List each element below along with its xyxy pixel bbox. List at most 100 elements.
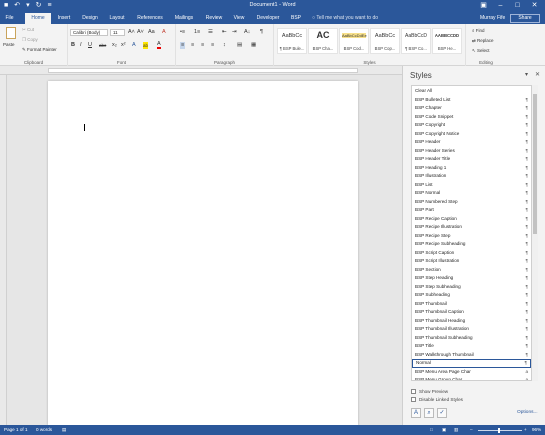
font-name-select[interactable]: Calibri (Body) [70, 29, 108, 36]
minimize-button[interactable]: – [492, 0, 509, 12]
paste-button[interactable]: Paste [3, 42, 15, 47]
style-list-item[interactable]: BSP Numbered Step ¶ [412, 198, 531, 207]
clear-formatting-button[interactable]: A [162, 29, 166, 36]
close-pane-icon[interactable]: ✕ [535, 71, 540, 78]
tab-mailings[interactable]: Mailings [170, 13, 198, 24]
strikethrough-button[interactable]: abc [99, 42, 106, 49]
format-painter-button[interactable]: ✎ Format Painter [22, 47, 57, 53]
style-list-item[interactable]: BSP Chapter ¶ [412, 104, 531, 113]
share-button[interactable]: Share [510, 14, 540, 23]
close-button[interactable]: ✕ [526, 0, 543, 12]
paste-icon[interactable] [6, 27, 16, 39]
style-list-item[interactable]: BSP Header Title ¶ [412, 155, 531, 164]
page-count[interactable]: Page 1 of 1 [4, 425, 28, 435]
sort-button[interactable]: A↓ [244, 29, 250, 36]
bold-button[interactable]: B [71, 42, 75, 49]
tab-home[interactable]: Home [25, 13, 51, 24]
read-mode-icon[interactable]: □ [430, 425, 433, 435]
style-list-item[interactable]: BSP Recipe Illustration ¶ [412, 223, 531, 232]
bullets-button[interactable]: •≡ [180, 29, 185, 36]
style-list-item[interactable]: BSP Heading 1 ¶ [412, 164, 531, 173]
tab-references[interactable]: References [133, 13, 167, 24]
cut-button[interactable]: ✂ Cut [22, 27, 34, 33]
horizontal-ruler[interactable] [0, 66, 402, 75]
grow-font-button[interactable]: A˄ [128, 29, 135, 36]
style-list-item[interactable]: BSP Recipe Step ¶ [412, 232, 531, 241]
style-list-item[interactable]: BSP Script Caption ¶ [412, 249, 531, 258]
manage-styles-button[interactable]: ✓ [437, 408, 447, 418]
style-list-item[interactable]: BSP List ¶ [412, 181, 531, 190]
style-gallery-item[interactable]: AaBbCcDdEe BSP Cod... [339, 28, 369, 54]
style-list-item[interactable]: BSP Thumbnail ¶ [412, 300, 531, 309]
tab-insert[interactable]: Insert [54, 13, 74, 24]
decrease-indent-button[interactable]: ⇤ [222, 29, 227, 36]
style-inspector-button[interactable]: ⌕ [424, 408, 434, 418]
disable-linked-styles-checkbox[interactable]: Disable Linked Styles [411, 397, 463, 403]
font-size-select[interactable]: 11 [110, 29, 125, 36]
style-list-item[interactable]: BSP Header ¶ [412, 138, 531, 147]
style-list-item[interactable]: BSP Section ¶ [412, 266, 531, 275]
show-preview-checkbox[interactable]: Show Preview [411, 389, 448, 395]
align-left-button[interactable]: ≡ [180, 42, 186, 49]
borders-button[interactable]: ▦ [251, 42, 256, 49]
style-list-item[interactable]: BSP Thumbnail Caption ¶ [412, 308, 531, 317]
style-list-item[interactable]: BSP Header Series ¶ [412, 147, 531, 156]
text-effects-button[interactable]: A [132, 42, 136, 49]
web-layout-icon[interactable]: ▥ [454, 425, 458, 435]
superscript-button[interactable]: x² [121, 42, 126, 49]
select-button[interactable]: ↖ Select [472, 48, 490, 54]
vertical-ruler[interactable] [0, 75, 7, 425]
zoom-in-button[interactable]: + [524, 425, 527, 435]
style-list-item[interactable]: BSP Title ¶ [412, 342, 531, 351]
style-list-item[interactable]: BSP Subheading ¶ [412, 291, 531, 300]
styles-list-scrollbar[interactable] [532, 85, 538, 381]
word-count[interactable]: 0 words [36, 425, 52, 435]
subscript-button[interactable]: x₂ [112, 42, 117, 49]
highlight-button[interactable]: ab [143, 42, 149, 49]
tab-bsp[interactable]: BSP [288, 13, 304, 24]
center-button[interactable]: ≡ [191, 42, 194, 49]
document-page[interactable] [48, 81, 358, 425]
style-list-item[interactable]: BSP Recipe Subheading ¶ [412, 240, 531, 249]
style-list-item[interactable]: BSP Illustration ¶ [412, 172, 531, 181]
zoom-level[interactable]: 96% [532, 425, 541, 435]
style-list-item[interactable]: BSP Recipe Caption ¶ [412, 215, 531, 224]
style-gallery-item[interactable]: AC BSP Cha... [308, 28, 338, 54]
numbering-button[interactable]: 1≡ [194, 29, 200, 36]
style-list-item[interactable]: BSP Thumbnail Heading ¶ [412, 317, 531, 326]
checkbox-box[interactable] [411, 397, 416, 403]
align-right-button[interactable]: ≡ [201, 42, 204, 49]
style-list-item[interactable]: BSP Part ¶ [412, 206, 531, 215]
clear-all-item[interactable]: Clear All [412, 87, 531, 96]
change-case-button[interactable]: Aa [148, 29, 155, 36]
line-spacing-button[interactable]: ↕ [223, 42, 226, 49]
print-layout-icon[interactable]: ▣ [442, 425, 446, 435]
replace-button[interactable]: ⇄ Replace [472, 38, 494, 44]
style-list-item[interactable]: BSP Step Subheading ¶ [412, 283, 531, 292]
tell-me-search[interactable]: ○ Tell me what you want to do [312, 13, 378, 24]
pane-options-icon[interactable]: ▾ [525, 71, 528, 78]
styles-list[interactable]: Clear All BSP Bulleted List ¶ BSP Chapter ¶ B… [411, 85, 532, 381]
tab-layout[interactable]: Layout [106, 13, 128, 24]
checkbox-box[interactable] [411, 389, 416, 395]
zoom-out-button[interactable]: – [470, 425, 473, 435]
scrollbar-thumb[interactable] [533, 94, 537, 234]
style-list-item[interactable]: BSP Thumbnail Illustration ¶ [412, 325, 531, 334]
italic-button[interactable]: I [80, 42, 82, 49]
shading-button[interactable]: ▤ [237, 42, 242, 49]
style-list-item[interactable]: Normal ¶ [412, 359, 531, 368]
zoom-slider-thumb[interactable] [498, 427, 501, 433]
increase-indent-button[interactable]: ⇥ [232, 29, 237, 36]
style-list-item[interactable]: BSP Script Illustration ¶ [412, 257, 531, 266]
tab-review[interactable]: Review [202, 13, 226, 24]
style-list-item[interactable]: BSP Thumbnail Subheading ¶ [412, 334, 531, 343]
find-button[interactable]: ⌕ Find [472, 28, 485, 33]
style-list-item[interactable]: BSP Normal ¶ [412, 189, 531, 198]
copy-button[interactable]: ❐ Copy [22, 37, 38, 43]
show-hide-button[interactable]: ¶ [260, 29, 263, 36]
shrink-font-button[interactable]: A˅ [137, 29, 144, 36]
style-gallery-item[interactable]: AaBbCc BSP Cop... [370, 28, 400, 54]
multilevel-list-button[interactable]: ☰ [208, 29, 213, 36]
new-style-button[interactable]: A [411, 408, 421, 418]
style-list-item[interactable]: BSP Copyright Notice ¶ [412, 130, 531, 139]
